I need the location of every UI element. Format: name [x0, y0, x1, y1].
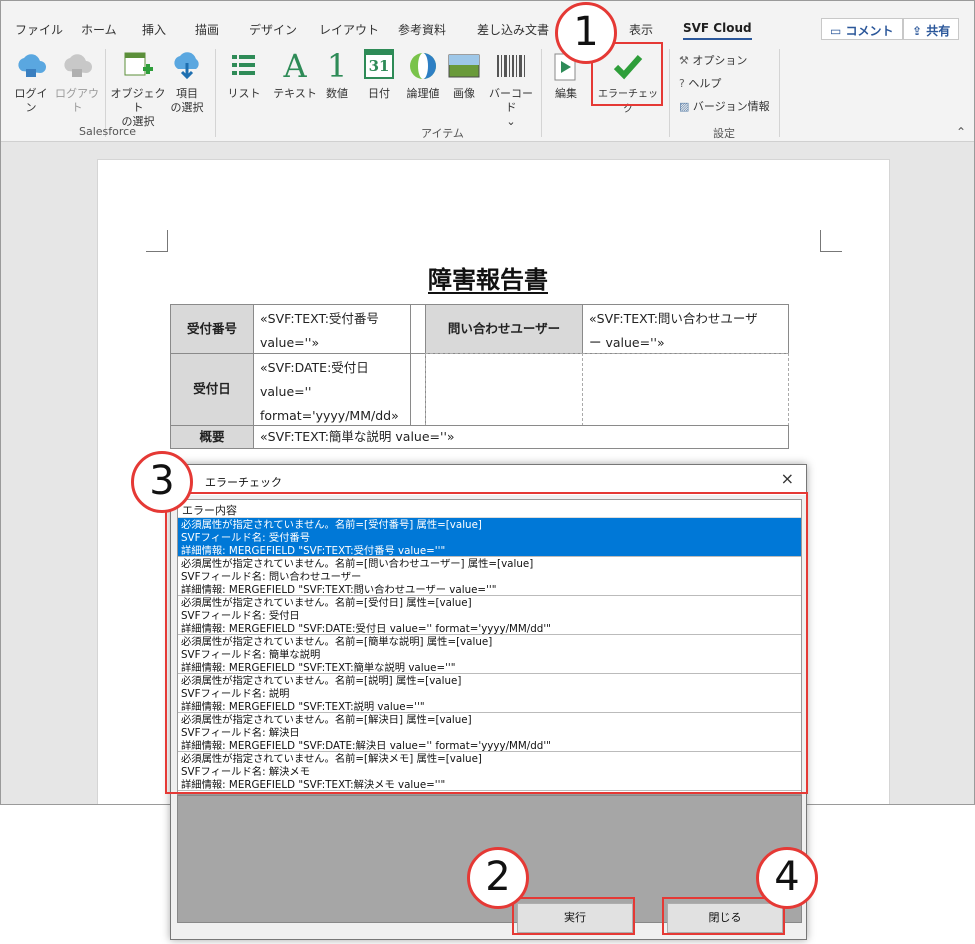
tab-home[interactable]: ホーム: [81, 21, 117, 38]
calendar-icon: 31: [364, 49, 394, 79]
callout-box-error-list: [165, 492, 808, 794]
image-label: 画像: [453, 87, 475, 100]
text-button[interactable]: A テキスト: [273, 49, 317, 101]
tab-file[interactable]: ファイル: [15, 21, 63, 38]
help-label: ヘルプ: [688, 77, 722, 90]
logout-button[interactable]: ログアウト: [53, 49, 101, 115]
text-a-icon: A: [283, 47, 307, 85]
tab-mailings[interactable]: 差し込み文書: [477, 21, 549, 38]
share-button[interactable]: ⇪ 共有: [903, 18, 960, 40]
margin-corner-left: [146, 230, 168, 252]
callout-box-close: [662, 897, 785, 935]
question-icon: ?: [679, 77, 689, 90]
step-badge-1: 1: [555, 2, 617, 64]
cell-spacer: [410, 304, 426, 354]
close-icon[interactable]: ×: [781, 469, 794, 488]
select-object-button[interactable]: オブジェクト の選択: [109, 49, 167, 129]
date-button[interactable]: 31 日付: [361, 49, 397, 101]
text-label: テキスト: [273, 87, 317, 100]
list-button[interactable]: リスト: [225, 49, 263, 101]
options-button[interactable]: ⚒ オプション: [679, 52, 747, 68]
cell-spacer-2: [410, 353, 426, 426]
tab-draw[interactable]: 描画: [195, 21, 219, 38]
tab-references[interactable]: 参考資料: [398, 21, 446, 38]
barcode-icon: [497, 55, 525, 77]
options-label: オプション: [692, 54, 748, 67]
comment-icon: ▭: [830, 24, 846, 38]
login-button[interactable]: ログイン: [11, 49, 51, 115]
tab-layout[interactable]: レイアウト: [319, 21, 379, 38]
cell-inquiry-user-field[interactable]: «SVF:TEXT:問い合わせユーザ ー value=''»: [582, 304, 789, 354]
picture-icon: [448, 54, 480, 78]
number-button[interactable]: 1 数値: [321, 49, 353, 101]
cell-empty-1: [425, 353, 583, 426]
callout-box-run: [512, 897, 635, 935]
ribbon-tab-bar: ファイル ホーム 挿入 描画 デザイン レイアウト 参考資料 差し込み文書 校閲…: [1, 1, 974, 41]
group-label-items: アイテム: [421, 127, 464, 140]
document-title: 障害報告書: [428, 266, 548, 294]
cell-summary-field[interactable]: «SVF:TEXT:簡単な説明 value=''»: [253, 425, 789, 449]
table-plus-icon: [124, 52, 153, 76]
step-badge-3: 3: [131, 451, 193, 513]
select-item-button[interactable]: 項目 の選択: [167, 49, 207, 115]
select-item-label-1: 項目: [176, 87, 198, 100]
select-object-label-1: オブジェクト: [110, 87, 166, 114]
field-receipt-date-line2: value='': [260, 384, 312, 399]
tools-icon: ⚒: [679, 54, 693, 67]
barcode-label: バーコード: [489, 87, 533, 114]
step-badge-4: 4: [756, 847, 818, 909]
share-icon: ⇪: [912, 24, 927, 38]
cloud-logout-icon: [64, 54, 92, 77]
dialog-title: エラーチェック: [205, 476, 282, 489]
field-receipt-no-line2: value=''»: [260, 335, 320, 350]
group-label-salesforce: Salesforce: [79, 125, 136, 138]
cell-empty-2: [582, 353, 789, 426]
select-item-label-2: の選択: [170, 101, 204, 114]
list-label: リスト: [227, 87, 261, 100]
number-label: 数値: [326, 87, 348, 100]
cloud-download-icon: [174, 52, 199, 80]
collapse-ribbon-icon[interactable]: ⌃: [956, 125, 966, 139]
toggle-circle-icon: [410, 53, 436, 79]
ribbon: ログイン ログアウト オブジェクト の選択 項目 の選択 Salesforce …: [1, 41, 974, 142]
cloud-login-icon: [18, 54, 46, 77]
logout-label: ログアウト: [55, 87, 99, 114]
cell-header-receipt-date: 受付日: [170, 353, 254, 426]
cell-receipt-date-field[interactable]: «SVF:DATE:受付日 value='' format='yyyy/MM/d…: [253, 353, 411, 426]
chevron-down-icon: ⌄: [506, 115, 516, 128]
help-button[interactable]: ? ヘルプ: [679, 75, 721, 91]
edit-label: 編集: [555, 87, 577, 100]
tab-svf-cloud[interactable]: SVF Cloud: [683, 21, 752, 40]
barcode-button[interactable]: バーコード ⌄: [485, 49, 537, 129]
login-label: ログイン: [14, 87, 48, 114]
field-receipt-date-line1: «SVF:DATE:受付日: [260, 360, 369, 375]
margin-corner-right: [820, 230, 842, 252]
comment-label: コメント: [845, 24, 894, 38]
share-label: 共有: [926, 24, 951, 38]
comment-button[interactable]: ▭ コメント: [821, 18, 903, 40]
tab-insert[interactable]: 挿入: [142, 21, 166, 38]
group-label-settings: 設定: [713, 127, 735, 140]
image-button[interactable]: 画像: [447, 49, 481, 101]
cell-header-summary: 概要: [170, 425, 254, 449]
cell-header-inquiry-user: 問い合わせユーザー: [425, 304, 583, 354]
tab-design[interactable]: デザイン: [249, 21, 297, 38]
field-inquiry-user-line1: «SVF:TEXT:問い合わせユーザ: [589, 311, 758, 326]
field-inquiry-user-line2: ー value=''»: [589, 335, 665, 350]
logic-button[interactable]: 論理値: [403, 49, 443, 101]
list-icon: [232, 55, 255, 75]
date-label: 日付: [368, 87, 390, 100]
version-button[interactable]: ▨ バージョン情報: [679, 98, 770, 114]
cell-header-receipt-no: 受付番号: [170, 304, 254, 354]
info-window-icon: ▨: [679, 100, 693, 113]
step-badge-2: 2: [467, 847, 529, 909]
cell-receipt-no-field[interactable]: «SVF:TEXT:受付番号 value=''»: [253, 304, 411, 354]
logic-label: 論理値: [406, 87, 440, 100]
dialog-titlebar: エラーチェック ×: [171, 465, 806, 495]
field-receipt-no-line1: «SVF:TEXT:受付番号: [260, 311, 379, 326]
number-one-icon: 1: [326, 47, 348, 85]
tab-view[interactable]: 表示: [629, 21, 653, 38]
version-label: バージョン情報: [692, 100, 770, 113]
